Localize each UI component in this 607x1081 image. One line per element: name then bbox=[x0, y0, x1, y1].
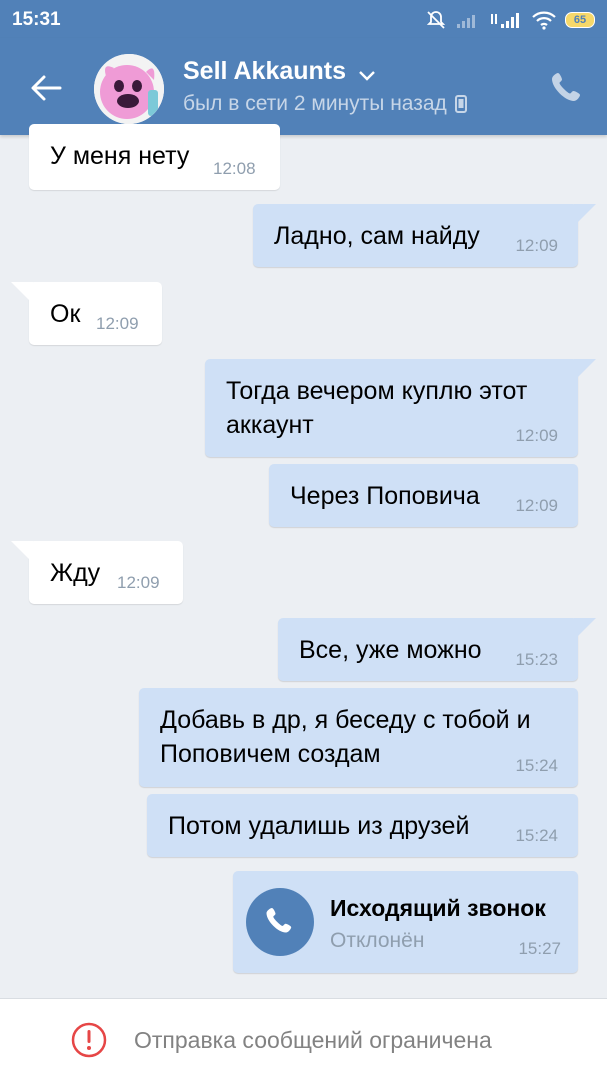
call-status: Отклонён bbox=[330, 929, 425, 952]
message-time: 12:09 bbox=[515, 236, 558, 255]
message-text-line: Добавь в др, я беседу с тобой и bbox=[160, 706, 531, 734]
call-message[interactable]: Исходящий звонок Отклонён 15:27 bbox=[233, 871, 578, 973]
input-restricted-bar: Отправка сообщений ограничена bbox=[0, 998, 607, 1081]
wifi-icon bbox=[532, 11, 556, 30]
chat-subtitle-row: был в сети 2 минуты назад bbox=[183, 92, 467, 116]
warning-icon bbox=[71, 1022, 107, 1058]
chat-header: Sell Akkaunts был в сети 2 минуты назад bbox=[0, 38, 607, 135]
message-outgoing[interactable]: Все, уже можно 15:23 bbox=[278, 618, 596, 681]
message-time: 12:09 bbox=[515, 426, 558, 445]
message-text: Жду bbox=[50, 559, 101, 587]
message-text: Ладно, сам найду bbox=[274, 222, 480, 250]
chevron-down-icon bbox=[359, 70, 376, 81]
bubble-tail bbox=[574, 359, 596, 381]
message-time: 15:24 bbox=[515, 826, 558, 845]
message-time: 15:23 bbox=[515, 650, 558, 669]
call-title: Исходящий звонок bbox=[330, 895, 546, 921]
message-text: Все, уже можно bbox=[299, 636, 482, 664]
message-time: 12:09 bbox=[515, 496, 558, 515]
message-text: Через Поповича bbox=[290, 482, 480, 510]
message-text: Добавь в др, я беседу с тобой и Поповиче… bbox=[160, 703, 531, 771]
message-text-line: аккаунт bbox=[226, 411, 314, 439]
message-text-line: Тогда вечером куплю этот bbox=[226, 377, 528, 405]
message-incoming[interactable]: У меня нету 12:08 bbox=[29, 124, 280, 190]
message-time: 15:24 bbox=[515, 756, 558, 775]
message-incoming[interactable]: Жду 12:09 bbox=[11, 541, 183, 604]
message-incoming[interactable]: Ок 12:09 bbox=[11, 282, 162, 345]
message-outgoing[interactable]: Через Поповича 12:09 bbox=[269, 464, 578, 527]
battery-icon: 65 bbox=[565, 12, 595, 28]
message-time: 12:09 bbox=[96, 314, 139, 333]
message-text-line: Поповичем создам bbox=[160, 740, 381, 768]
avatar[interactable] bbox=[94, 54, 164, 124]
message-text: Тогда вечером куплю этот аккаунт bbox=[226, 374, 527, 442]
message-outgoing[interactable]: Тогда вечером куплю этот аккаунт 12:09 bbox=[205, 359, 596, 457]
chat-title-block[interactable]: Sell Akkaunts был в сети 2 минуты назад bbox=[183, 57, 467, 116]
message-outgoing[interactable]: Добавь в др, я беседу с тобой и Поповиче… bbox=[139, 688, 578, 787]
message-time: 12:09 bbox=[117, 573, 160, 592]
avatar-image bbox=[94, 54, 164, 124]
back-arrow-icon[interactable] bbox=[28, 70, 64, 106]
signal-icon bbox=[457, 15, 475, 28]
message-text: Потом удалишь из друзей bbox=[168, 812, 470, 840]
message-text: Ок bbox=[50, 300, 81, 328]
bubble-tail bbox=[11, 541, 33, 563]
bubble-tail bbox=[574, 204, 596, 226]
mute-icon bbox=[426, 11, 446, 29]
call-button[interactable] bbox=[246, 888, 314, 956]
message-outgoing[interactable]: Потом удалишь из друзей 15:24 bbox=[147, 794, 578, 857]
status-bar: 15:31 65 bbox=[0, 0, 607, 38]
chat-title: Sell Akkaunts bbox=[183, 57, 347, 85]
message-outgoing[interactable]: Ладно, сам найду 12:09 bbox=[253, 204, 596, 267]
phone-icon[interactable] bbox=[549, 70, 583, 104]
phone-icon bbox=[266, 908, 292, 933]
bubble-tail bbox=[574, 618, 596, 640]
status-icons: 65 bbox=[425, 8, 595, 32]
message-text: У меня нету bbox=[50, 142, 190, 170]
status-time: 15:31 bbox=[12, 9, 61, 30]
last-seen-status: был в сети 2 минуты назад bbox=[183, 92, 447, 115]
message-time: 12:08 bbox=[213, 159, 256, 178]
signal-icon bbox=[491, 13, 519, 28]
bubble-tail bbox=[11, 282, 33, 304]
mobile-icon bbox=[454, 95, 467, 113]
message-time: 15:27 bbox=[518, 939, 561, 958]
restriction-message: Отправка сообщений ограничена bbox=[134, 1027, 492, 1053]
